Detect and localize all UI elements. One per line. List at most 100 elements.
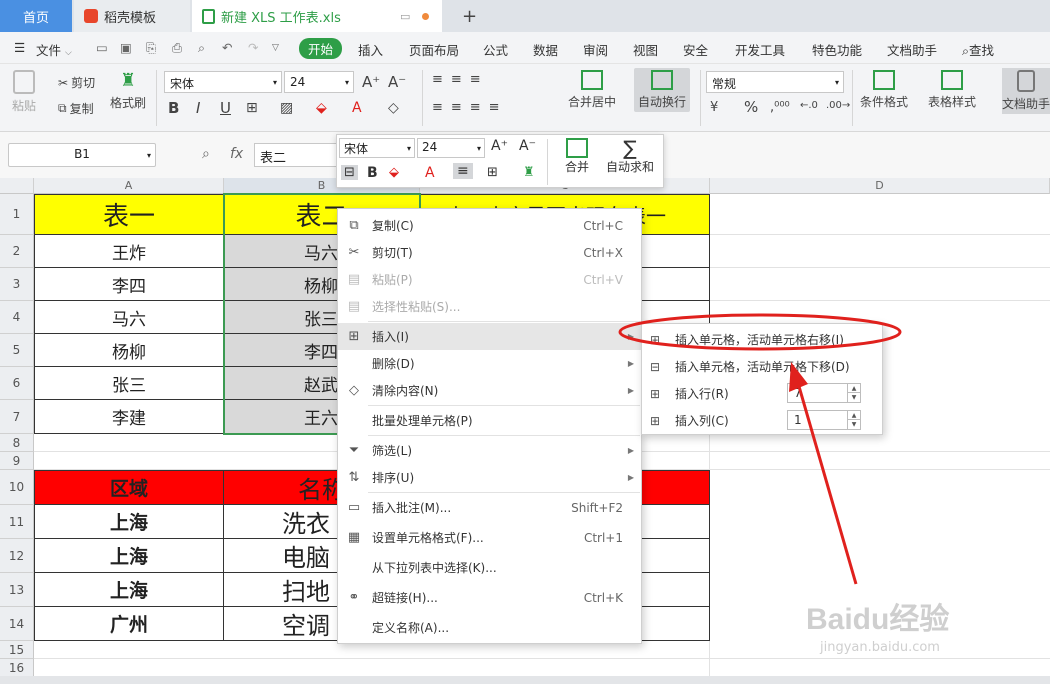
submenu-insert-shift-right[interactable]: ⊞ 插入单元格，活动单元格右移(I) xyxy=(642,326,882,353)
wrap-text-button[interactable]: 自动换行 xyxy=(634,68,691,112)
undo-icon[interactable]: ↶ xyxy=(222,40,232,55)
mini-font-shrink-icon[interactable]: A⁻ xyxy=(519,138,536,154)
row-header[interactable]: 4 xyxy=(0,301,34,334)
table2-cell-region[interactable]: 上海 xyxy=(34,505,224,539)
increase-decimal-button[interactable]: ←.0 xyxy=(800,100,818,111)
fill-color-button[interactable]: ⬙ xyxy=(316,100,327,116)
insert-column-count-stepper[interactable]: 1 ▲ ▼ xyxy=(787,410,861,430)
thousands-button[interactable]: ,⁰⁰⁰ xyxy=(770,100,790,115)
table2-cell-region[interactable]: 广州 xyxy=(34,607,224,641)
mini-border-icon[interactable]: ⊞ xyxy=(487,165,498,180)
row-header[interactable]: 9 xyxy=(0,452,34,470)
stepper-down-icon[interactable]: ▼ xyxy=(847,393,860,402)
row-header[interactable]: 3 xyxy=(0,268,34,301)
submenu-insert-shift-down[interactable]: ⊟ 插入单元格，活动单元格下移(D) xyxy=(642,353,882,380)
menu-doc-helper[interactable]: 文档助手 xyxy=(887,40,937,59)
menu-item-define-name[interactable]: 定义名称(A)... xyxy=(338,614,641,641)
clear-format-button[interactable]: ◇ xyxy=(388,100,399,116)
quick-access-dropdown-icon[interactable]: ▽ xyxy=(272,43,279,53)
menu-page-layout[interactable]: 页面布局 xyxy=(409,40,459,59)
font-size-select[interactable]: 24 ▾ xyxy=(284,71,354,93)
paste-button[interactable]: 粘贴 xyxy=(12,70,36,114)
menu-start[interactable]: 开始 xyxy=(299,38,343,59)
table1-cell-a[interactable]: 李四 xyxy=(34,268,224,301)
menu-item-paste[interactable]: ▤ 粘贴(P) Ctrl+V xyxy=(338,266,641,293)
row-header[interactable]: 13 xyxy=(0,573,34,607)
print-preview-icon[interactable]: ⌕ xyxy=(198,40,205,56)
conditional-format-button[interactable]: 条件格式 xyxy=(860,70,908,110)
row-header[interactable]: 6 xyxy=(0,367,34,400)
mini-size-select[interactable]: 24 ▾ xyxy=(417,138,485,158)
row-header[interactable]: 14 xyxy=(0,607,34,641)
menu-item-filter[interactable]: ⏷ 筛选(L) ▶ xyxy=(338,437,641,464)
insert-row-count-stepper[interactable]: 7 ▲ ▼ xyxy=(787,383,861,403)
menu-item-sort[interactable]: ⇅ 排序(U) ▶ xyxy=(338,464,641,491)
export-icon[interactable]: ⎘ xyxy=(146,40,156,56)
menu-special[interactable]: 特色功能 xyxy=(812,40,862,59)
sheet-tabs-strip[interactable] xyxy=(0,676,1050,684)
cut-button[interactable]: ✂ 剪切 xyxy=(58,74,95,91)
mini-align-icon[interactable]: ≡ xyxy=(453,163,473,179)
select-all-corner[interactable] xyxy=(0,178,34,194)
mini-autosum-button[interactable]: ∑ 自动求和 xyxy=(599,138,661,175)
mini-font-grow-icon[interactable]: A⁺ xyxy=(491,138,508,154)
mini-wrap-icon[interactable]: ⊟ xyxy=(341,165,358,180)
menu-item-delete[interactable]: 删除(D) ▶ xyxy=(338,350,641,377)
vertical-align-group[interactable]: ≡≡≡ xyxy=(432,72,489,87)
menu-item-batch[interactable]: 批量处理单元格(P) xyxy=(338,407,641,434)
print-icon[interactable]: ⎙ xyxy=(172,40,182,56)
function-icon[interactable]: fx xyxy=(230,146,243,162)
tab-template[interactable]: 稻壳模板 xyxy=(74,0,190,32)
hamburger-icon[interactable]: ☰ xyxy=(14,40,25,55)
horizontal-align-group[interactable]: ≡≡≡≡ xyxy=(432,100,508,115)
row-header[interactable]: 10 xyxy=(0,470,34,505)
menu-dev-tools[interactable]: 开发工具 xyxy=(735,40,785,59)
name-box[interactable]: B1 ▾ xyxy=(8,143,156,167)
new-tab-button[interactable]: + xyxy=(452,0,477,32)
row-header[interactable]: 16 xyxy=(0,659,34,677)
bold-button[interactable]: B xyxy=(168,99,179,117)
mini-format-painter-icon[interactable]: ♜ xyxy=(523,165,535,180)
menu-item-copy[interactable]: ⧉ 复制(C) Ctrl+C xyxy=(338,212,641,239)
menu-formula[interactable]: 公式 xyxy=(483,40,508,59)
menu-item-paste-special[interactable]: ▤ 选择性粘贴(S)... xyxy=(338,293,641,320)
decrease-decimal-button[interactable]: .00→ xyxy=(826,100,850,111)
menu-data[interactable]: 数据 xyxy=(533,40,558,59)
row-header[interactable]: 2 xyxy=(0,235,34,268)
font-shrink-button[interactable]: A⁻ xyxy=(388,73,406,91)
row-header[interactable]: 5 xyxy=(0,334,34,367)
redo-icon[interactable]: ↷ xyxy=(248,40,258,55)
table2-cell-region[interactable]: 上海 xyxy=(34,539,224,573)
table1-cell-a[interactable]: 王炸 xyxy=(34,235,224,268)
mini-font-color-icon[interactable]: A xyxy=(425,165,435,181)
mini-font-select[interactable]: 宋体 ▾ xyxy=(339,138,415,158)
row-header[interactable]: 7 xyxy=(0,400,34,434)
mini-bold-button[interactable]: B xyxy=(367,165,378,181)
submenu-insert-column[interactable]: ⊞ 插入列(C) 1 ▲ ▼ xyxy=(642,407,882,434)
table1-header-cell[interactable]: 表一 xyxy=(34,194,224,235)
stepper-down-icon[interactable]: ▼ xyxy=(847,420,860,429)
menu-file[interactable]: 文件 ⌵ xyxy=(36,40,72,59)
tab-file[interactable]: 新建 XLS 工作表.xls ▭ xyxy=(192,0,442,32)
menu-item-format-cells[interactable]: ▦ 设置单元格格式(F)... Ctrl+1 xyxy=(338,524,641,551)
menu-find[interactable]: ⌕查找 xyxy=(962,40,994,59)
format-painter-button[interactable]: ♜ 格式刷 xyxy=(110,70,146,111)
table2-header-cell[interactable]: 区域 xyxy=(34,470,224,505)
menu-item-insert[interactable]: ⊞ 插入(I) ▶ xyxy=(338,323,641,350)
stepper-up-icon[interactable]: ▲ xyxy=(847,411,860,420)
table-style-button[interactable]: 表格样式 xyxy=(928,70,976,110)
table1-cell-a[interactable]: 李建 xyxy=(34,400,224,434)
font-grow-button[interactable]: A⁺ xyxy=(362,73,380,91)
mini-merge-button[interactable]: 合并 xyxy=(557,138,597,175)
menu-item-pick-list[interactable]: 从下拉列表中选择(K)... xyxy=(338,554,641,581)
border-button[interactable]: ⊞ xyxy=(246,100,258,116)
menu-insert[interactable]: 插入 xyxy=(358,40,383,59)
menu-item-cut[interactable]: ✂ 剪切(T) Ctrl+X xyxy=(338,239,641,266)
row-header[interactable]: 11 xyxy=(0,505,34,539)
menu-item-hyperlink[interactable]: ⚭ 超链接(H)... Ctrl+K xyxy=(338,584,641,611)
submenu-insert-row[interactable]: ⊞ 插入行(R) 7 ▲ ▼ xyxy=(642,380,882,407)
fill-pattern-button[interactable]: ▨ xyxy=(280,100,293,116)
italic-button[interactable]: I xyxy=(196,99,200,117)
currency-button[interactable]: ¥ xyxy=(710,100,718,115)
mini-fill-color-icon[interactable]: ⬙ xyxy=(389,165,399,180)
